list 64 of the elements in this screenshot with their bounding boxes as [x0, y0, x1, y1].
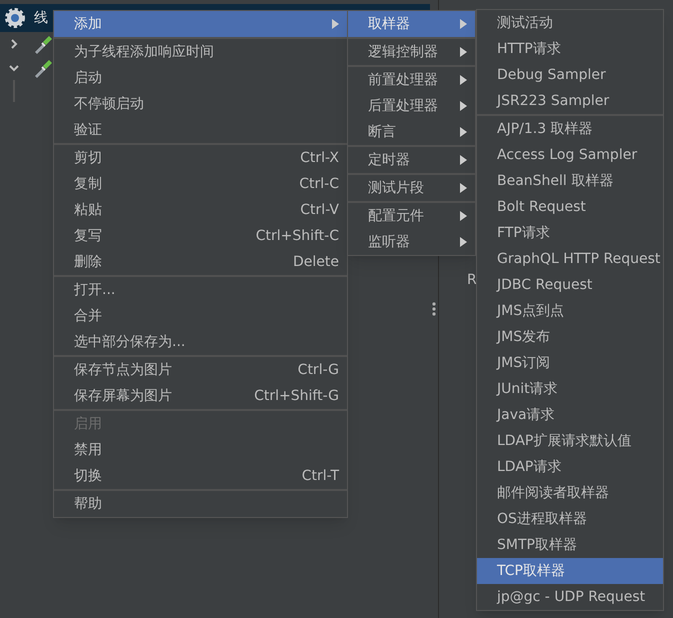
submenu-arrow-icon: [332, 19, 339, 29]
menu-item[interactable]: 复制 Ctrl-C: [54, 171, 347, 197]
menu-item[interactable]: 测试片段: [348, 175, 475, 201]
tree-node-label: 线: [34, 8, 48, 28]
menu-item[interactable]: 粘贴 Ctrl-V: [54, 197, 347, 223]
menu-item[interactable]: BeanShell 取样器: [477, 168, 663, 194]
menu-item[interactable]: JSR223 Sampler: [477, 88, 663, 114]
menu-item[interactable]: 不停顿启动: [54, 91, 347, 117]
menu-item[interactable]: 配置元件: [348, 203, 475, 229]
menu-item[interactable]: 邮件阅读者取样器: [477, 480, 663, 506]
menu-item[interactable]: 监听器: [348, 229, 475, 255]
menu-item[interactable]: LDAP请求: [477, 454, 663, 480]
menu-item[interactable]: 合并: [54, 303, 347, 329]
menu-item[interactable]: 选中部分保存为...: [54, 329, 347, 355]
submenu-arrow-icon: [460, 211, 467, 221]
menu-item[interactable]: 逻辑控制器: [348, 39, 475, 65]
gear-icon: [4, 7, 26, 29]
menu-item[interactable]: JMS发布: [477, 324, 663, 350]
submenu-arrow-icon: [460, 101, 467, 111]
menu-item[interactable]: Access Log Sampler: [477, 142, 663, 168]
menu-item[interactable]: JMS点到点: [477, 298, 663, 324]
menu-item[interactable]: 为子线程添加响应时间: [54, 39, 347, 65]
menu-item[interactable]: 帮助: [54, 491, 347, 517]
submenu-arrow-icon: [460, 19, 467, 29]
menu-item[interactable]: 启动: [54, 65, 347, 91]
menu-item[interactable]: Bolt Request: [477, 194, 663, 220]
menu-item[interactable]: 前置处理器: [348, 67, 475, 93]
menu-item[interactable]: HTTP请求: [477, 36, 663, 62]
menu-item[interactable]: 添加: [54, 11, 347, 37]
submenu-arrow-icon: [460, 47, 467, 57]
menu-item[interactable]: 打开...: [54, 277, 347, 303]
menu-item[interactable]: 复写 Ctrl+Shift-C: [54, 223, 347, 249]
menu-item[interactable]: FTP请求: [477, 220, 663, 246]
submenu-arrow-icon: [460, 75, 467, 85]
submenu-arrow-icon: [460, 127, 467, 137]
submenu-arrow-icon: [460, 183, 467, 193]
menu-item[interactable]: 剪切 Ctrl-X: [54, 145, 347, 171]
menu-item[interactable]: SMTP取样器: [477, 532, 663, 558]
menu-item[interactable]: GraphQL HTTP Request: [477, 246, 663, 272]
menu-item[interactable]: 后置处理器: [348, 93, 475, 119]
menu-item[interactable]: 删除 Delete: [54, 249, 347, 275]
menu-item[interactable]: 保存屏幕为图片 Ctrl+Shift-G: [54, 383, 347, 409]
menu-item[interactable]: 取样器: [348, 11, 475, 37]
menu-item[interactable]: jp@gc - UDP Request: [477, 584, 663, 610]
menu-item[interactable]: OS进程取样器: [477, 506, 663, 532]
menu-item[interactable]: 断言: [348, 119, 475, 145]
menu-item[interactable]: 切换 Ctrl-T: [54, 463, 347, 489]
menu-item[interactable]: 定时器: [348, 147, 475, 173]
menu-item[interactable]: Debug Sampler: [477, 62, 663, 88]
menu-item[interactable]: JDBC Request: [477, 272, 663, 298]
menu-item[interactable]: JUnit请求: [477, 376, 663, 402]
menu-item[interactable]: AJP/1.3 取样器: [477, 116, 663, 142]
menu-item[interactable]: Java请求: [477, 402, 663, 428]
menu-item[interactable]: 测试活动: [477, 10, 663, 36]
submenu-arrow-icon: [460, 155, 467, 165]
menu-item[interactable]: 保存节点为图片 Ctrl-G: [54, 357, 347, 383]
menu-item[interactable]: TCP取样器: [477, 558, 663, 584]
menu-item[interactable]: JMS订阅: [477, 350, 663, 376]
menu-item[interactable]: 验证: [54, 117, 347, 143]
submenu-arrow-icon: [460, 237, 467, 247]
menu-item[interactable]: LDAP扩展请求默认值: [477, 428, 663, 454]
form-label: R: [467, 271, 477, 290]
splitter-grip-icon[interactable]: [432, 302, 436, 316]
menu-item[interactable]: 禁用: [54, 437, 347, 463]
